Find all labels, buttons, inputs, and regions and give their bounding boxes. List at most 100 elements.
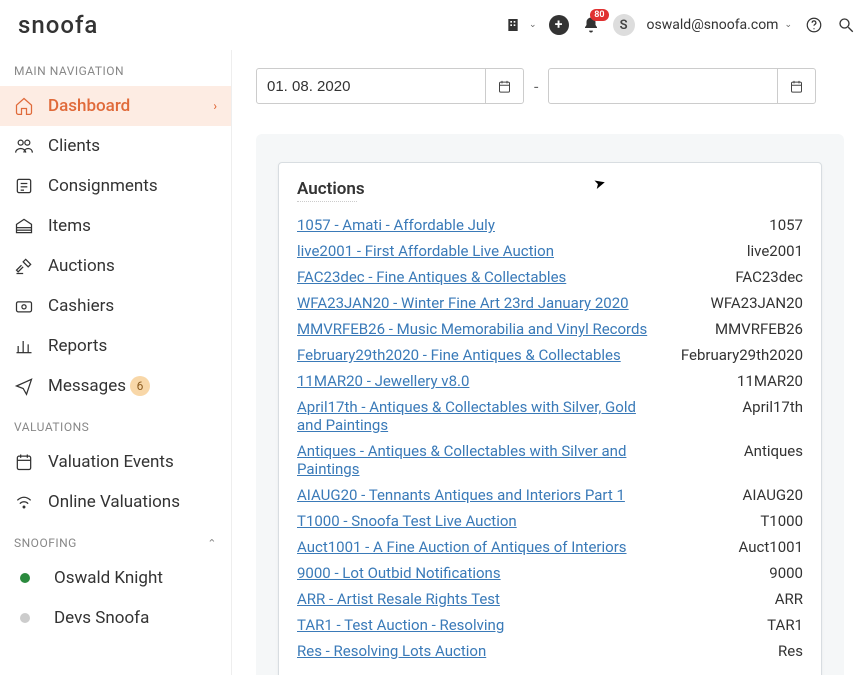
sidebar: MAIN NAVIGATION Dashboard › Clients Cons… <box>0 50 232 675</box>
sidebar-item-consignments[interactable]: Consignments <box>0 166 231 206</box>
auction-link[interactable]: T1000 - Snoofa Test Live Auction <box>297 512 517 530</box>
sidebar-section-snoofing[interactable]: SNOOFING ⌃ <box>0 522 231 558</box>
auction-link[interactable]: April17th - Antiques & Collectables with… <box>297 398 657 434</box>
sidebar-item-messages[interactable]: Messages 6 <box>0 366 231 406</box>
status-dot-online-icon <box>20 573 30 583</box>
auction-code: WFA23JAN20 <box>701 294 803 312</box>
sidebar-item-clients[interactable]: Clients <box>0 126 231 166</box>
user-email[interactable]: oswald@snoofa.com <box>647 17 779 33</box>
sidebar-item-label: Reports <box>48 336 107 356</box>
sidebar-item-label: Cashiers <box>48 296 114 316</box>
snoofing-user-row[interactable]: Oswald Knight <box>0 558 231 598</box>
auction-link[interactable]: live2001 - First Affordable Live Auction <box>297 242 554 260</box>
auctions-panel: Auctions 1057 - Amati - Affordable July1… <box>278 162 822 675</box>
home-icon <box>14 96 48 116</box>
status-dot-offline-icon <box>20 613 30 623</box>
auction-link[interactable]: MMVRFEB26 - Music Memorabilia and Vinyl … <box>297 320 647 338</box>
auction-code: live2001 <box>737 242 803 260</box>
date-to-input[interactable] <box>549 78 777 95</box>
auction-code: Auct1001 <box>729 538 803 556</box>
sidebar-item-label: Dashboard <box>48 96 130 116</box>
sidebar-item-items[interactable]: Items <box>0 206 231 246</box>
top-header: snoofa ⌄ + 80 S oswald@snoofa.com ⌄ <box>0 0 868 50</box>
auction-row: February29th2020 - Fine Antiques & Colle… <box>297 342 803 368</box>
auction-link[interactable]: 11MAR20 - Jewellery v8.0 <box>297 372 469 390</box>
auction-row: AIAUG20 - Tennants Antiques and Interior… <box>297 482 803 508</box>
date-range-filter: - <box>256 68 844 104</box>
sidebar-item-label: Clients <box>48 136 100 156</box>
auction-row: Res - Resolving Lots Auction Res <box>297 638 803 664</box>
date-from-field[interactable] <box>256 68 524 104</box>
list-icon <box>14 176 48 196</box>
sidebar-item-reports[interactable]: Reports <box>0 326 231 366</box>
auction-code: FAC23dec <box>725 268 803 286</box>
date-to-field[interactable] <box>548 68 816 104</box>
auction-link[interactable]: Res - Resolving Lots Auction <box>297 642 486 660</box>
main-content: - Auctions 1057 - Amati - Affordable Jul… <box>232 50 868 675</box>
auction-link[interactable]: WFA23JAN20 - Winter Fine Art 23rd Januar… <box>297 294 629 312</box>
chevron-up-icon: ⌃ <box>207 537 217 550</box>
sidebar-item-label: Valuation Events <box>48 452 174 472</box>
sidebar-item-cashiers[interactable]: Cashiers <box>0 286 231 326</box>
snoofing-user-name: Devs Snoofa <box>54 608 149 628</box>
auction-code: AIAUG20 <box>733 486 803 504</box>
auction-row: TAR1 - Test Auction - Resolving TAR1 <box>297 612 803 638</box>
auction-row: WFA23JAN20 - Winter Fine Art 23rd Januar… <box>297 290 803 316</box>
notifications-bell-icon[interactable]: 80 <box>581 15 601 35</box>
snoofing-user-row[interactable]: Devs Snoofa <box>0 598 231 638</box>
auction-row: 11MAR20 - Jewellery v8.0 11MAR20 <box>297 368 803 394</box>
chart-icon <box>14 336 48 356</box>
auction-code: Antiques <box>734 442 803 460</box>
chevron-down-icon: ⌄ <box>784 20 792 30</box>
auction-row: FAC23dec - Fine Antiques & Collectables F… <box>297 264 803 290</box>
auction-row: Auct1001 - A Fine Auction of Antiques of… <box>297 534 803 560</box>
snoofing-user-name: Oswald Knight <box>54 568 163 588</box>
chevron-right-icon: › <box>213 99 217 113</box>
auction-code: TAR1 <box>757 616 803 634</box>
brand-logo[interactable]: snoofa <box>18 11 98 39</box>
sidebar-item-valuation-events[interactable]: Valuation Events <box>0 442 231 482</box>
sidebar-item-label: Consignments <box>48 176 158 196</box>
cash-icon <box>14 296 48 316</box>
auction-row: April17th - Antiques & Collectables with… <box>297 394 803 438</box>
auction-code: MMVRFEB26 <box>705 320 803 338</box>
calendar-icon <box>14 452 48 472</box>
auction-link[interactable]: FAC23dec - Fine Antiques & Collectables <box>297 268 566 286</box>
help-icon[interactable] <box>804 15 824 35</box>
auction-code: T1000 <box>750 512 803 530</box>
auction-code: February29th2020 <box>671 346 803 364</box>
auction-link[interactable]: 1057 - Amati - Affordable July <box>297 216 495 234</box>
auction-code: Res <box>768 642 803 660</box>
search-icon[interactable] <box>836 15 856 35</box>
calendar-icon[interactable] <box>485 69 523 103</box>
sidebar-item-label: Items <box>48 216 91 236</box>
auctions-list: 1057 - Amati - Affordable July 1057 live20… <box>297 212 803 664</box>
auction-link[interactable]: Auct1001 - A Fine Auction of Antiques of… <box>297 538 627 556</box>
notification-count-badge: 80 <box>590 9 608 21</box>
auction-link[interactable]: Antiques - Antiques & Collectables with … <box>297 442 657 478</box>
auction-code: 11MAR20 <box>727 372 803 390</box>
building-icon[interactable] <box>503 15 523 35</box>
auction-link[interactable]: 9000 - Lot Outbid Notifications <box>297 564 501 582</box>
dashboard-panel-container: Auctions 1057 - Amati - Affordable July1… <box>256 134 844 675</box>
sidebar-item-online-valuations[interactable]: Online Valuations <box>0 482 231 522</box>
sidebar-item-dashboard[interactable]: Dashboard › <box>0 86 231 126</box>
auction-row: MMVRFEB26 - Music Memorabilia and Vinyl … <box>297 316 803 342</box>
auction-link[interactable]: ARR - Artist Resale Rights Test <box>297 590 500 608</box>
date-from-input[interactable] <box>257 78 485 95</box>
add-button[interactable]: + <box>549 15 569 35</box>
auction-code: 1057 <box>759 216 803 234</box>
calendar-icon[interactable] <box>777 69 815 103</box>
auction-code: ARR <box>765 590 803 608</box>
auction-link[interactable]: February29th2020 - Fine Antiques & Colle… <box>297 346 621 364</box>
sidebar-section-snoofing-label: SNOOFING <box>14 536 77 550</box>
sidebar-item-label: Online Valuations <box>48 492 180 512</box>
users-icon <box>14 136 48 156</box>
auction-link[interactable]: AIAUG20 - Tennants Antiques and Interior… <box>297 486 625 504</box>
user-avatar[interactable]: S <box>613 14 635 36</box>
sidebar-item-auctions[interactable]: Auctions <box>0 246 231 286</box>
auction-link[interactable]: TAR1 - Test Auction - Resolving <box>297 616 504 634</box>
gavel-icon <box>14 256 48 276</box>
send-icon <box>14 376 48 396</box>
auction-row: 1057 - Amati - Affordable July 1057 <box>297 212 803 238</box>
